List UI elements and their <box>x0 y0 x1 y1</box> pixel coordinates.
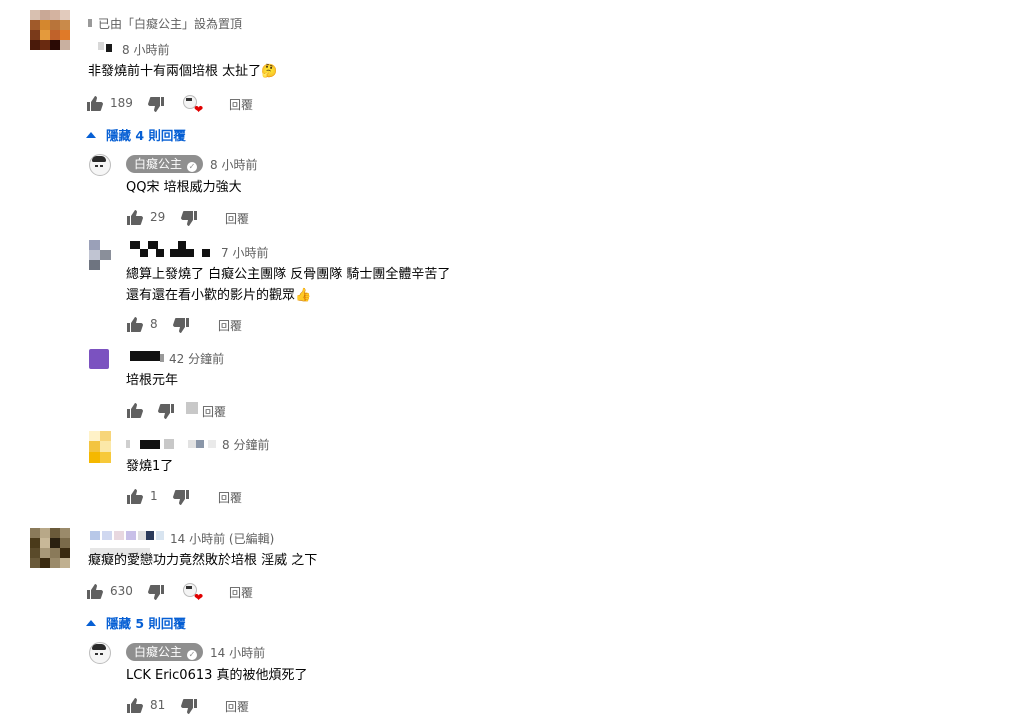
like-count: 81 <box>150 698 166 712</box>
like-button[interactable] <box>127 317 143 332</box>
like-button[interactable] <box>127 210 143 225</box>
author-name-redacted[interactable] <box>130 351 164 362</box>
dislike-button[interactable] <box>173 318 189 333</box>
dislike-button[interactable] <box>158 404 174 419</box>
hide-replies-toggle[interactable]: 隱藏 4 則回覆 <box>86 125 186 144</box>
thumb-up-icon <box>127 489 143 504</box>
thumb-down-icon <box>181 699 197 714</box>
like-button[interactable] <box>127 489 143 504</box>
dislike-button[interactable] <box>181 699 197 714</box>
reply-text-line1: 總算上發燒了 白癡公主團隊 反骨團隊 騎士團全體辛苦了 <box>126 267 451 282</box>
reply-text: 培根元年 <box>126 373 179 388</box>
reply-button[interactable]: 回覆 <box>218 489 242 506</box>
verified-check-icon: ✓ <box>187 162 198 172</box>
reply-time[interactable]: 8 分鐘前 <box>222 436 269 453</box>
thumb-down-icon <box>148 97 164 112</box>
thumb-up-icon <box>127 317 143 332</box>
thumb-down-icon <box>181 211 197 226</box>
like-count: 29 <box>150 210 166 224</box>
thumb-down-icon <box>173 318 189 333</box>
thumb-down-icon <box>158 404 174 419</box>
pixel-smudge <box>186 402 198 414</box>
thumb-up-icon <box>127 698 143 713</box>
caret-up-icon <box>86 620 96 626</box>
reply-button[interactable]: 回覆 <box>225 210 249 227</box>
reply-text: QQ宋 培根威力強大 <box>126 180 242 195</box>
thumb-up-icon <box>87 96 103 111</box>
thumb-up-icon <box>127 210 143 225</box>
avatar[interactable] <box>30 528 70 568</box>
author-name-redacted[interactable] <box>130 241 212 257</box>
like-count: 630 <box>110 584 133 598</box>
avatar[interactable] <box>89 431 111 463</box>
reply-text: LCK Eric0613 真的被他煩死了 <box>126 668 308 683</box>
reply-button[interactable]: 回覆 <box>229 96 253 113</box>
avatar[interactable] <box>30 10 70 50</box>
like-button[interactable] <box>127 403 143 418</box>
verified-check-icon: ✓ <box>187 650 198 660</box>
avatar-creator[interactable] <box>88 154 111 178</box>
comment-text: 非發燒前十有兩個培根 太扯了🤔 <box>88 64 278 79</box>
reply-time[interactable]: 7 小時前 <box>221 244 268 261</box>
author-name-redacted[interactable] <box>126 438 220 449</box>
thumb-up-icon <box>87 584 103 599</box>
reply-button[interactable]: 回覆 <box>202 403 226 420</box>
author-name-redacted[interactable] <box>98 42 118 52</box>
reply-time[interactable]: 14 小時前 <box>210 644 265 661</box>
pin-icon <box>88 19 92 27</box>
dislike-button[interactable] <box>148 97 164 112</box>
creator-heart-icon: ❤ <box>183 95 205 115</box>
avatar[interactable] <box>89 240 111 270</box>
reply-button[interactable]: 回覆 <box>225 698 249 715</box>
creator-author-chip[interactable]: 白癡公主 ✓ <box>126 643 204 661</box>
comment-time[interactable]: 8 小時前 <box>122 41 169 58</box>
avatar-creator[interactable] <box>88 642 111 666</box>
reply-time[interactable]: 42 分鐘前 <box>169 350 224 367</box>
thumb-up-icon <box>127 403 143 418</box>
like-button[interactable] <box>87 584 103 599</box>
like-count: 189 <box>110 96 133 110</box>
creator-author-chip[interactable]: 白癡公主 ✓ <box>126 155 204 173</box>
reply-time[interactable]: 8 小時前 <box>210 156 257 173</box>
reply-text-line2: 還有還在看小歡的影片的觀眾👍 <box>126 288 312 303</box>
thumb-down-icon <box>148 585 164 600</box>
comment-time[interactable]: 14 小時前 (已編輯) <box>170 530 274 547</box>
dislike-button[interactable] <box>181 211 197 226</box>
like-button[interactable] <box>127 698 143 713</box>
caret-up-icon <box>86 132 96 138</box>
like-button[interactable] <box>87 96 103 111</box>
dislike-button[interactable] <box>148 585 164 600</box>
pinned-label: 已由「白癡公主」設為置頂 <box>88 15 242 32</box>
avatar[interactable] <box>89 349 109 369</box>
creator-heart-icon: ❤ <box>183 583 205 603</box>
reply-button[interactable]: 回覆 <box>218 317 242 334</box>
reply-text: 發燒1了 <box>126 459 174 474</box>
like-count: 8 <box>150 317 158 331</box>
comment-text: 癡癡的愛戀功力竟然敗於培根 淫威 之下 <box>88 553 318 568</box>
reply-button[interactable]: 回覆 <box>229 584 253 601</box>
like-count: 1 <box>150 489 158 503</box>
hide-replies-toggle[interactable]: 隱藏 5 則回覆 <box>86 613 186 632</box>
dislike-button[interactable] <box>173 490 189 505</box>
thumb-down-icon <box>173 490 189 505</box>
author-name-redacted[interactable] <box>90 531 166 541</box>
